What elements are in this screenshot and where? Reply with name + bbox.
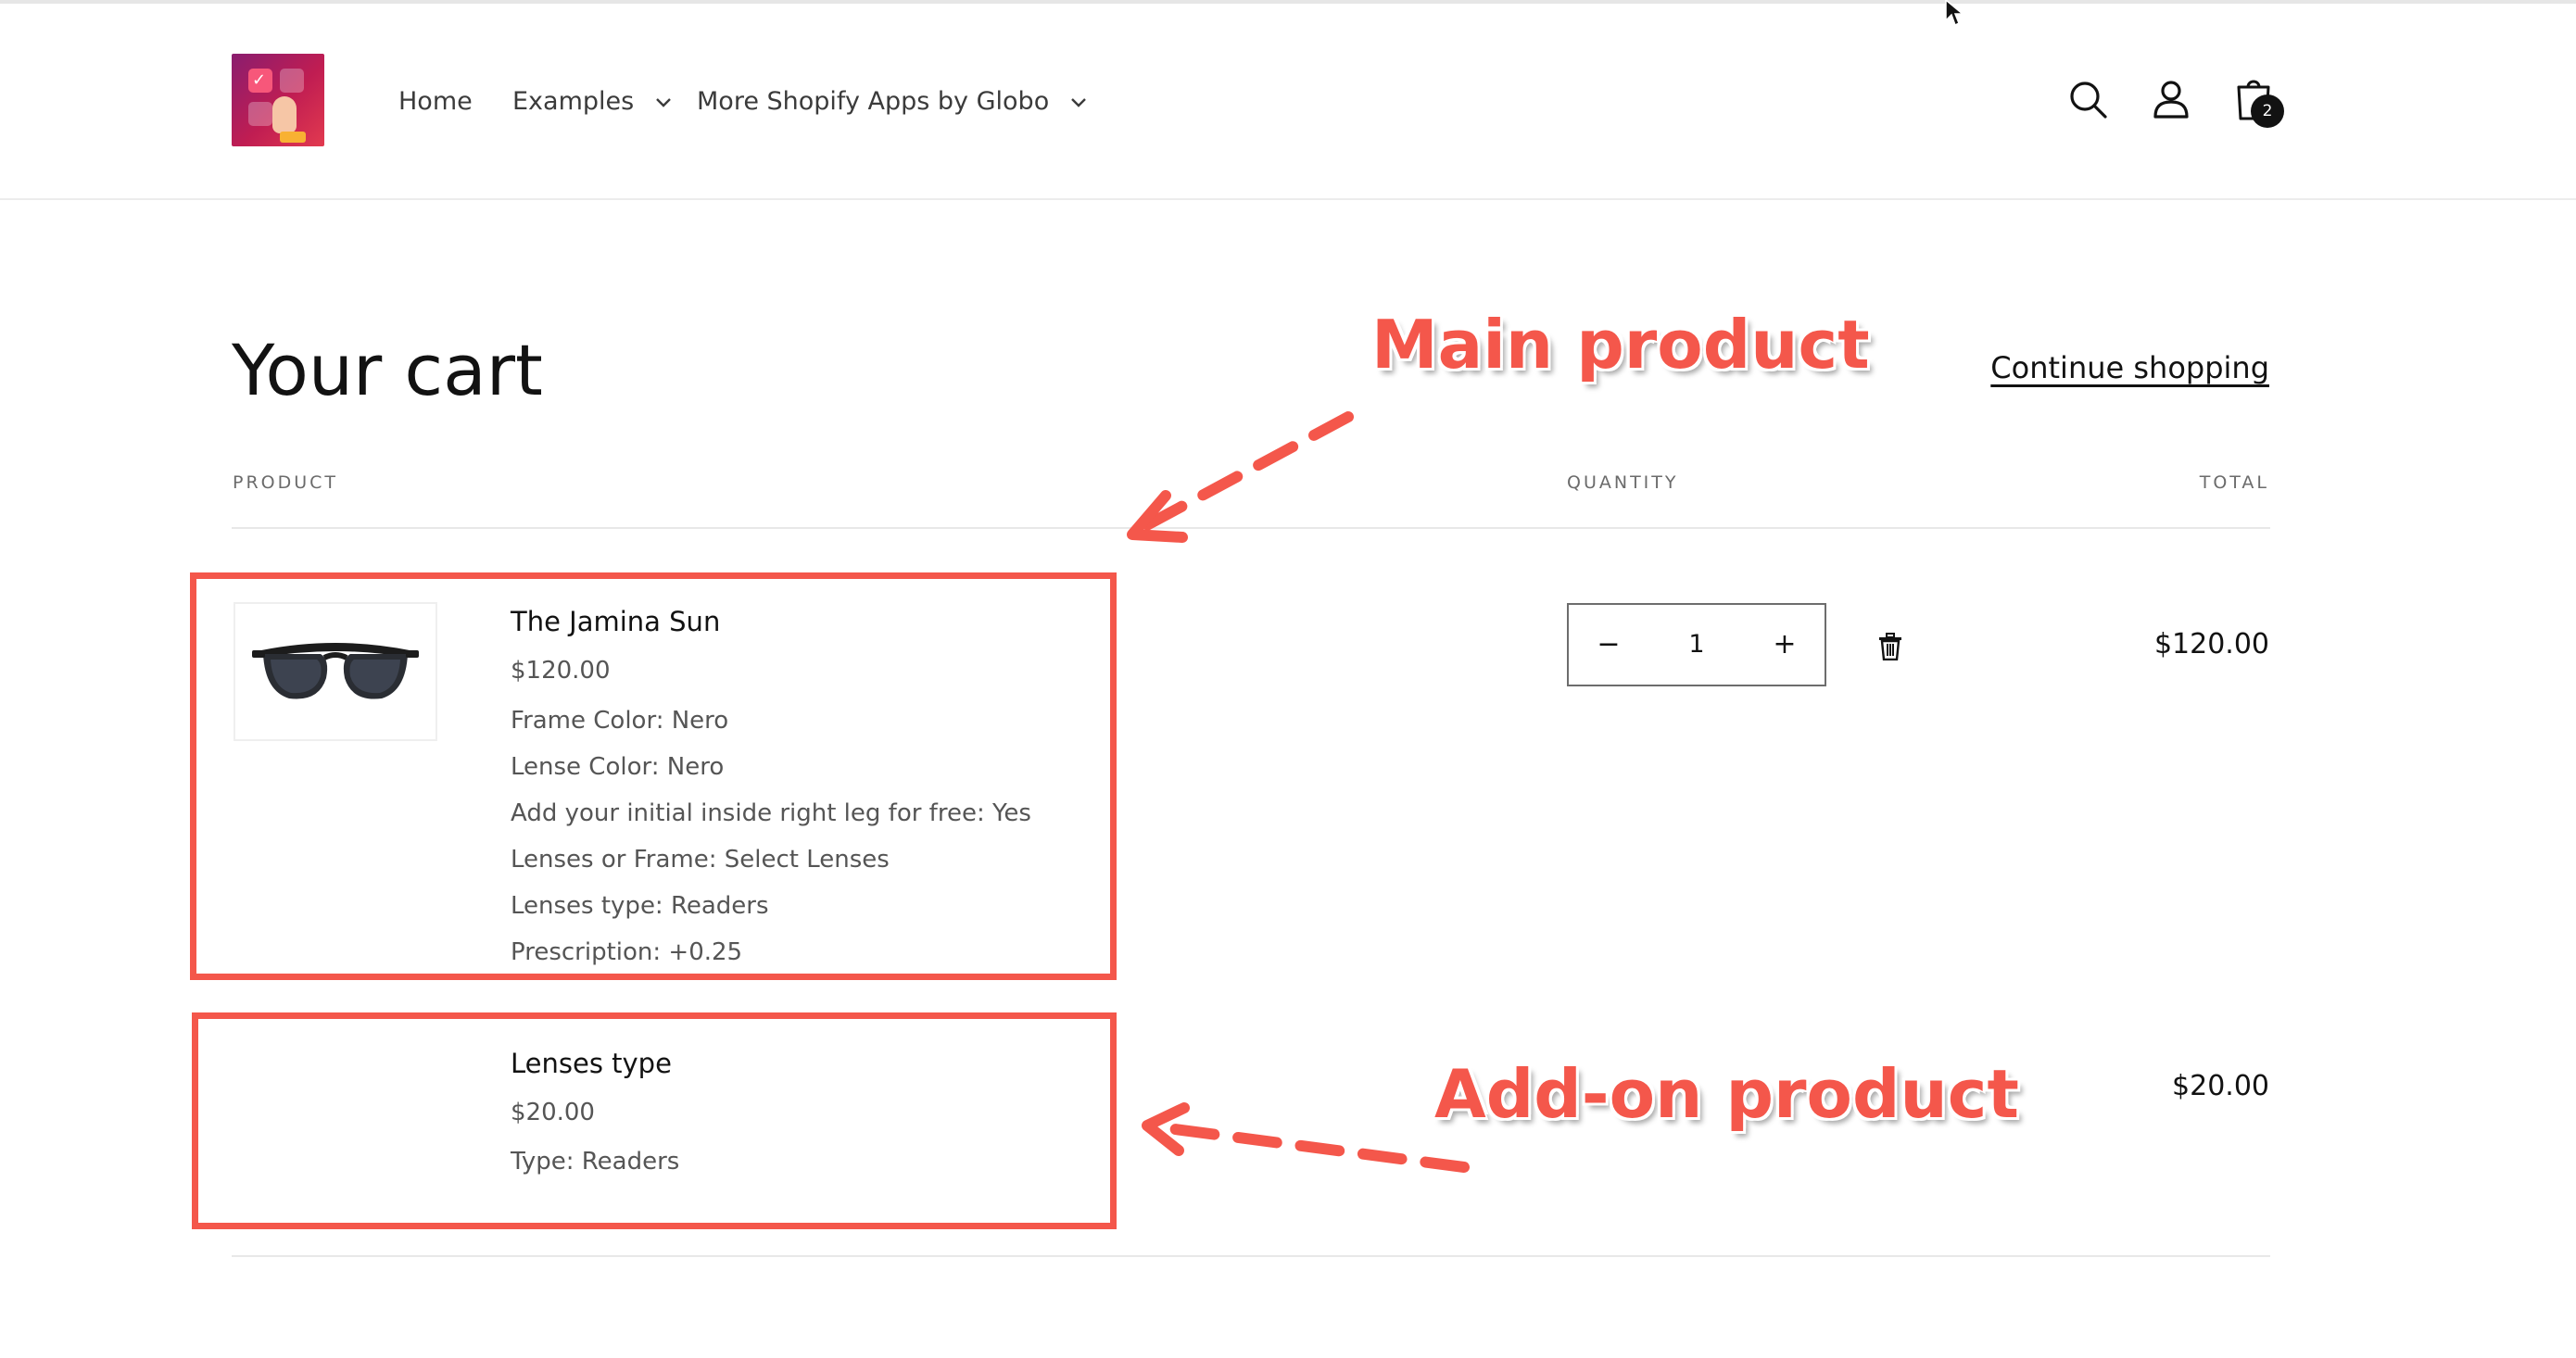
- annotation-label-addon: Add-on product: [1434, 1055, 2019, 1133]
- annotation-label-main: Main product: [1371, 306, 1870, 384]
- header-divider: [0, 198, 2576, 200]
- arrow-icon: [1142, 1102, 1470, 1173]
- quantity-stepper[interactable]: − 1 +: [1567, 603, 1826, 686]
- column-header-product: PRODUCT: [233, 472, 339, 493]
- nav-item-label: Examples: [512, 87, 635, 116]
- nav-item-label: More Shopify Apps by Globo: [697, 87, 1050, 116]
- nav-item-home[interactable]: Home: [398, 83, 473, 120]
- hand-icon: [272, 96, 297, 133]
- logo-tile: [248, 102, 272, 126]
- top-border: [0, 0, 2576, 4]
- mouse-cursor-icon: [1945, 0, 1965, 27]
- column-header-total: TOTAL: [2199, 472, 2269, 493]
- check-icon: ✓: [252, 70, 267, 90]
- table-divider: [232, 1255, 2270, 1257]
- arrow-icon: [1127, 411, 1354, 543]
- continue-shopping-link[interactable]: Continue shopping: [1990, 345, 2269, 391]
- nav-item-label: Home: [398, 87, 473, 116]
- annotation-box-addon-product: [192, 1012, 1117, 1229]
- account-icon[interactable]: [2145, 74, 2197, 126]
- search-icon[interactable]: [2063, 74, 2115, 126]
- quantity-decrease-button[interactable]: −: [1569, 605, 1648, 685]
- nav-item-examples[interactable]: Examples: [512, 83, 672, 120]
- logo-tile: [280, 69, 304, 93]
- quantity-input[interactable]: 1: [1648, 605, 1745, 685]
- quantity-increase-button[interactable]: +: [1745, 605, 1825, 685]
- column-header-quantity: QUANTITY: [1567, 472, 1679, 493]
- line-total: $20.00: [2172, 1070, 2269, 1102]
- nav-item-more-apps[interactable]: More Shopify Apps by Globo: [697, 83, 1087, 120]
- line-total: $120.00: [2153, 628, 2269, 660]
- trash-icon[interactable]: [1877, 633, 1903, 660]
- chevron-down-icon: [655, 97, 671, 107]
- store-logo[interactable]: ✓: [232, 54, 324, 146]
- table-divider: [232, 527, 2270, 529]
- cart-count-badge: 2: [2251, 94, 2284, 128]
- page-title: Your cart: [232, 329, 543, 411]
- annotation-box-main-product: [190, 572, 1117, 980]
- logo-cuff: [280, 132, 306, 143]
- chevron-down-icon: [1070, 97, 1086, 107]
